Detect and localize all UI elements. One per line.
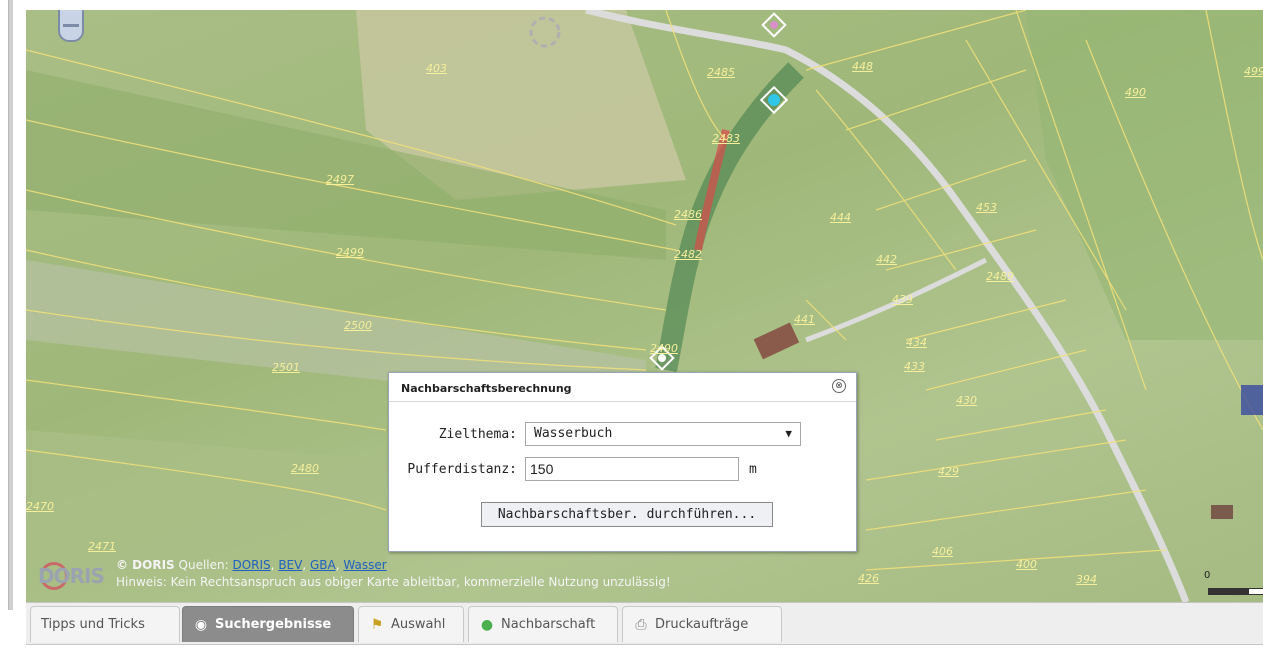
parcel-label: 442 bbox=[876, 253, 897, 266]
panel-splitter[interactable] bbox=[8, 0, 13, 610]
tab-druckauftraege[interactable]: ⎙ Druckaufträge bbox=[622, 606, 782, 642]
field-patch bbox=[26, 430, 386, 570]
tab-label: Suchergebnisse bbox=[215, 617, 332, 632]
doris-logo: DORIS bbox=[38, 562, 105, 590]
chevron-down-icon[interactable]: ▼ bbox=[785, 427, 792, 440]
parcel-label: 2500 bbox=[344, 319, 372, 332]
attribution-sources: © DORIS Quellen: DORIS, BEV, GBA, Wasser bbox=[116, 558, 387, 572]
printer-icon: ⎙ bbox=[635, 616, 647, 633]
dialog-divider bbox=[389, 401, 856, 402]
parcel-label: 430 bbox=[956, 394, 977, 407]
pufferdistanz-input[interactable]: 150 bbox=[525, 457, 739, 481]
scale-bar: 0 bbox=[1204, 570, 1263, 595]
parcel-label: 429 bbox=[938, 465, 959, 478]
tab-content-area bbox=[26, 644, 1263, 658]
zoom-slider[interactable] bbox=[58, 10, 84, 42]
pin-icon: ⚑ bbox=[370, 616, 384, 633]
parcel-label: 448 bbox=[852, 60, 873, 73]
tab-tipps-und-tricks[interactable]: Tipps und Tricks bbox=[30, 606, 180, 642]
zieltema-value: Wasserbuch bbox=[534, 426, 613, 441]
tab-label: Tipps und Tricks bbox=[41, 617, 145, 632]
puffer-label: Pufferdistanz: bbox=[407, 462, 517, 477]
parcel-label: 2485 bbox=[707, 66, 735, 79]
building bbox=[1241, 385, 1263, 415]
bottom-tab-bar: Tipps und Tricks ◉ Suchergebnisse ⚑ Ausw… bbox=[26, 602, 1263, 645]
attribution-notice: Hinweis: Kein Rechtsanspruch aus obiger … bbox=[116, 575, 671, 589]
scale-bar-graphic bbox=[1208, 588, 1263, 595]
parcel-label: 453 bbox=[976, 201, 997, 214]
parcel-label: 403 bbox=[426, 62, 447, 75]
parcel-label: 441 bbox=[794, 313, 815, 326]
zieltema-select[interactable]: Wasserbuch ▼ bbox=[525, 422, 801, 446]
parcel-label: 2483 bbox=[712, 132, 740, 145]
parcel-label: 2497 bbox=[326, 173, 354, 186]
source-link-wasser[interactable]: Wasser bbox=[343, 558, 386, 572]
parcel-label: 439 bbox=[892, 293, 913, 306]
left-gutter bbox=[0, 0, 26, 657]
tab-auswahl[interactable]: ⚑ Auswahl bbox=[358, 606, 464, 642]
neighborhood-dialog: Nachbarschaftsberechnung ⊗ Zielthema: Wa… bbox=[388, 372, 857, 552]
dialog-title: Nachbarschaftsberechnung bbox=[401, 382, 572, 395]
source-link-doris[interactable]: DORIS bbox=[232, 558, 270, 572]
parcel-label: 2489 bbox=[986, 270, 1014, 283]
parcel-label: 2471 bbox=[88, 540, 116, 553]
run-neighborhood-button[interactable]: Nachbarschaftsber. durchführen... bbox=[481, 502, 773, 527]
water-marker-icon[interactable] bbox=[761, 12, 787, 38]
parcel-label: 2480 bbox=[291, 462, 319, 475]
zieltema-label: Zielthema: bbox=[438, 427, 517, 442]
parcel-label: 444 bbox=[830, 211, 851, 224]
tab-suchergebnisse[interactable]: ◉ Suchergebnisse bbox=[182, 606, 354, 642]
parcel-label: 2482 bbox=[674, 248, 702, 261]
tab-label: Druckaufträge bbox=[655, 617, 749, 632]
source-link-gba[interactable]: GBA bbox=[310, 558, 336, 572]
parcel-label: 2470 bbox=[26, 500, 54, 513]
parcel-label: 2486 bbox=[674, 208, 702, 221]
building bbox=[753, 322, 800, 360]
parcel-label: 433 bbox=[904, 360, 925, 373]
scale-label: 0 bbox=[1204, 570, 1211, 581]
parcel-label: 2501 bbox=[272, 361, 300, 374]
zoom-handle[interactable] bbox=[63, 24, 79, 27]
parcel-label: 2499 bbox=[336, 246, 364, 259]
binoculars-icon: ◉ bbox=[194, 616, 208, 633]
parcel-label: 499 bbox=[1244, 65, 1263, 78]
leaf-icon: ● bbox=[480, 616, 494, 633]
copyright-text: © DORIS bbox=[116, 558, 175, 572]
map-attribution: DORIS © DORIS Quellen: DORIS, BEV, GBA, … bbox=[28, 556, 1098, 596]
building bbox=[1211, 505, 1233, 519]
tab-label: Auswahl bbox=[391, 617, 446, 632]
puffer-unit: m bbox=[749, 462, 757, 477]
field-patch bbox=[1026, 10, 1263, 340]
source-link-bev[interactable]: BEV bbox=[278, 558, 302, 572]
parcel-label: 2490 bbox=[650, 342, 678, 355]
tab-nachbarschaft[interactable]: ● Nachbarschaft bbox=[468, 606, 618, 642]
tab-label: Nachbarschaft bbox=[501, 617, 596, 632]
sources-label: Quellen: bbox=[178, 558, 229, 572]
parcel-label: 434 bbox=[906, 336, 927, 349]
parcel-label: 490 bbox=[1125, 86, 1146, 99]
close-icon[interactable]: ⊗ bbox=[832, 379, 846, 393]
